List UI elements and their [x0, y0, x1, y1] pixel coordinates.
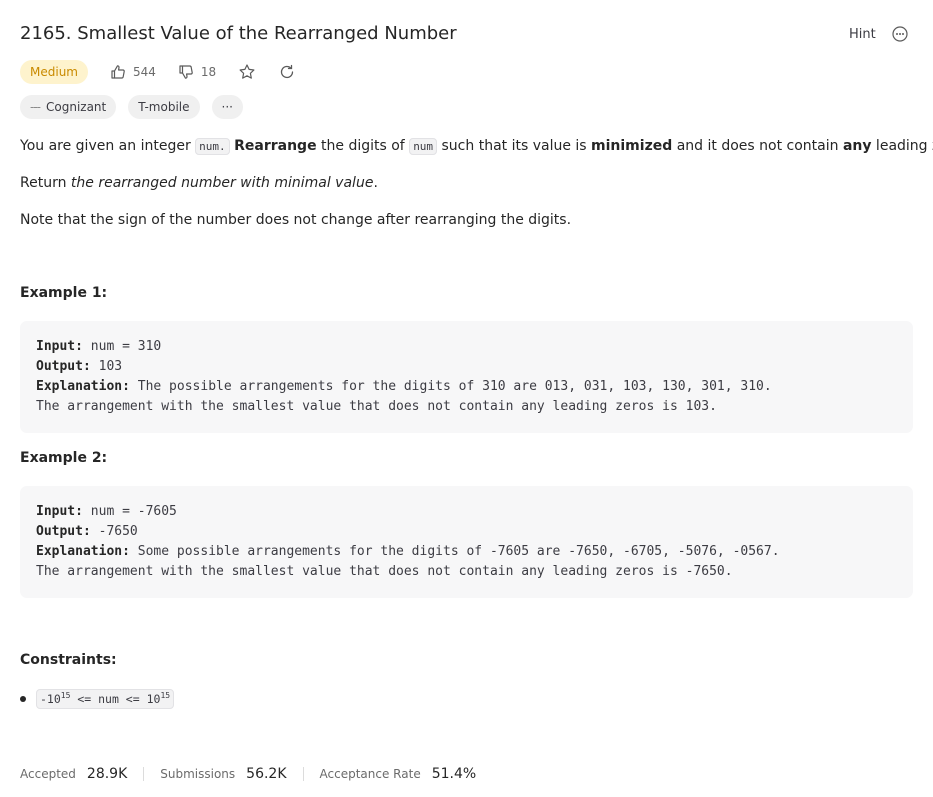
acceptance-rate-value: 51.4% — [431, 766, 477, 782]
description-paragraph-1: You are given an integer num. Rearrange … — [20, 136, 933, 157]
accepted-label: Accepted — [20, 767, 76, 781]
text: You are given an integer — [20, 138, 196, 154]
acceptance-rate-label: Acceptance Rate — [319, 767, 421, 781]
bold-text: any — [842, 138, 872, 154]
input-value: num = 310 — [82, 339, 162, 354]
bold-text: minimized — [591, 138, 673, 154]
explanation-label: Explanation: — [36, 544, 130, 559]
company-tag-label: T-mobile — [138, 100, 190, 114]
output-value: -7650 — [90, 524, 138, 539]
more-tags-button[interactable]: ··· — [211, 95, 243, 119]
exponent: 15 — [60, 691, 71, 700]
company-tag[interactable]: --- Cognizant — [20, 95, 117, 119]
explanation-text: Some possible arrangements for the digit… — [129, 544, 780, 559]
text: . — [373, 175, 378, 191]
constraint-item: -1015 <= num <= 1015 — [20, 689, 175, 709]
code-text: -10 — [40, 692, 61, 706]
description-paragraph-3: Note that the sign of the number does no… — [20, 212, 572, 228]
input-label: Input: — [36, 339, 83, 354]
thumbs-down-icon — [179, 65, 193, 79]
example-block: Input: num = 310 Output: 103 Explanation… — [20, 321, 913, 433]
more-options-button[interactable] — [892, 26, 908, 42]
hint-button[interactable]: Hint — [849, 26, 876, 44]
explanation-text: The possible arrangements for the digits… — [129, 379, 772, 394]
output-label: Output: — [36, 524, 91, 539]
more-tags-label: ··· — [221, 100, 233, 114]
inline-code: num — [409, 138, 438, 155]
reset-button[interactable] — [278, 63, 296, 81]
text: leading zeros. — [875, 138, 933, 154]
more-icon — [892, 26, 908, 42]
description-paragraph-2: Return the rearranged number with minima… — [20, 173, 378, 193]
text: such that its value is — [437, 138, 592, 154]
problem-meta-row: Medium 544 18 — [20, 59, 296, 85]
explanation-text: The arrangement with the smallest value … — [36, 399, 717, 414]
like-button[interactable]: 544 — [110, 64, 156, 80]
favorite-button[interactable] — [238, 63, 256, 81]
exponent: 15 — [160, 691, 171, 700]
divider — [302, 767, 304, 781]
constraint-code: -1015 <= num <= 1015 — [36, 689, 175, 709]
text: the digits of — [316, 138, 410, 154]
star-icon — [239, 64, 255, 79]
company-tag-label: Cognizant — [46, 100, 107, 114]
example-title: Example 1: — [20, 285, 108, 301]
input-label: Input: — [36, 504, 83, 519]
company-tags: --- Cognizant T-mobile ··· — [20, 95, 255, 119]
output-value: 103 — [90, 359, 123, 374]
likes-count: 544 — [132, 65, 156, 79]
divider — [143, 767, 145, 781]
thumbs-up-icon — [111, 65, 125, 79]
company-tag-icon: --- — [30, 100, 41, 114]
stats-bar: Accepted 28.9K Submissions 56.2K Accepta… — [20, 764, 476, 784]
bullet — [20, 696, 26, 702]
inline-code: num. — [195, 138, 230, 155]
submissions-label: Submissions — [160, 767, 236, 781]
explanation-text: The arrangement with the smallest value … — [36, 564, 733, 579]
text: and it does not contain — [672, 138, 843, 154]
problem-title: 2165. Smallest Value of the Rearranged N… — [20, 23, 457, 44]
italic-text: the rearranged number with minimal value — [70, 175, 374, 191]
dislike-button[interactable]: 18 — [178, 64, 216, 80]
submissions-value: 56.2K — [246, 766, 287, 782]
constraints-title: Constraints: — [20, 652, 117, 668]
example-block: Input: num = -7605 Output: -7650 Explana… — [20, 486, 913, 598]
input-value: num = -7605 — [82, 504, 177, 519]
explanation-label: Explanation: — [36, 379, 130, 394]
difficulty-badge: Medium — [20, 60, 88, 84]
refresh-icon — [281, 64, 294, 79]
example-title: Example 2: — [20, 450, 108, 466]
company-tag[interactable]: T-mobile — [128, 95, 200, 119]
dislikes-count: 18 — [200, 65, 217, 79]
code-text: <= num <= 10 — [70, 692, 161, 706]
bold-text: Rearrange — [234, 138, 317, 154]
text: Return — [20, 175, 71, 191]
accepted-value: 28.9K — [86, 766, 128, 782]
output-label: Output: — [36, 359, 91, 374]
